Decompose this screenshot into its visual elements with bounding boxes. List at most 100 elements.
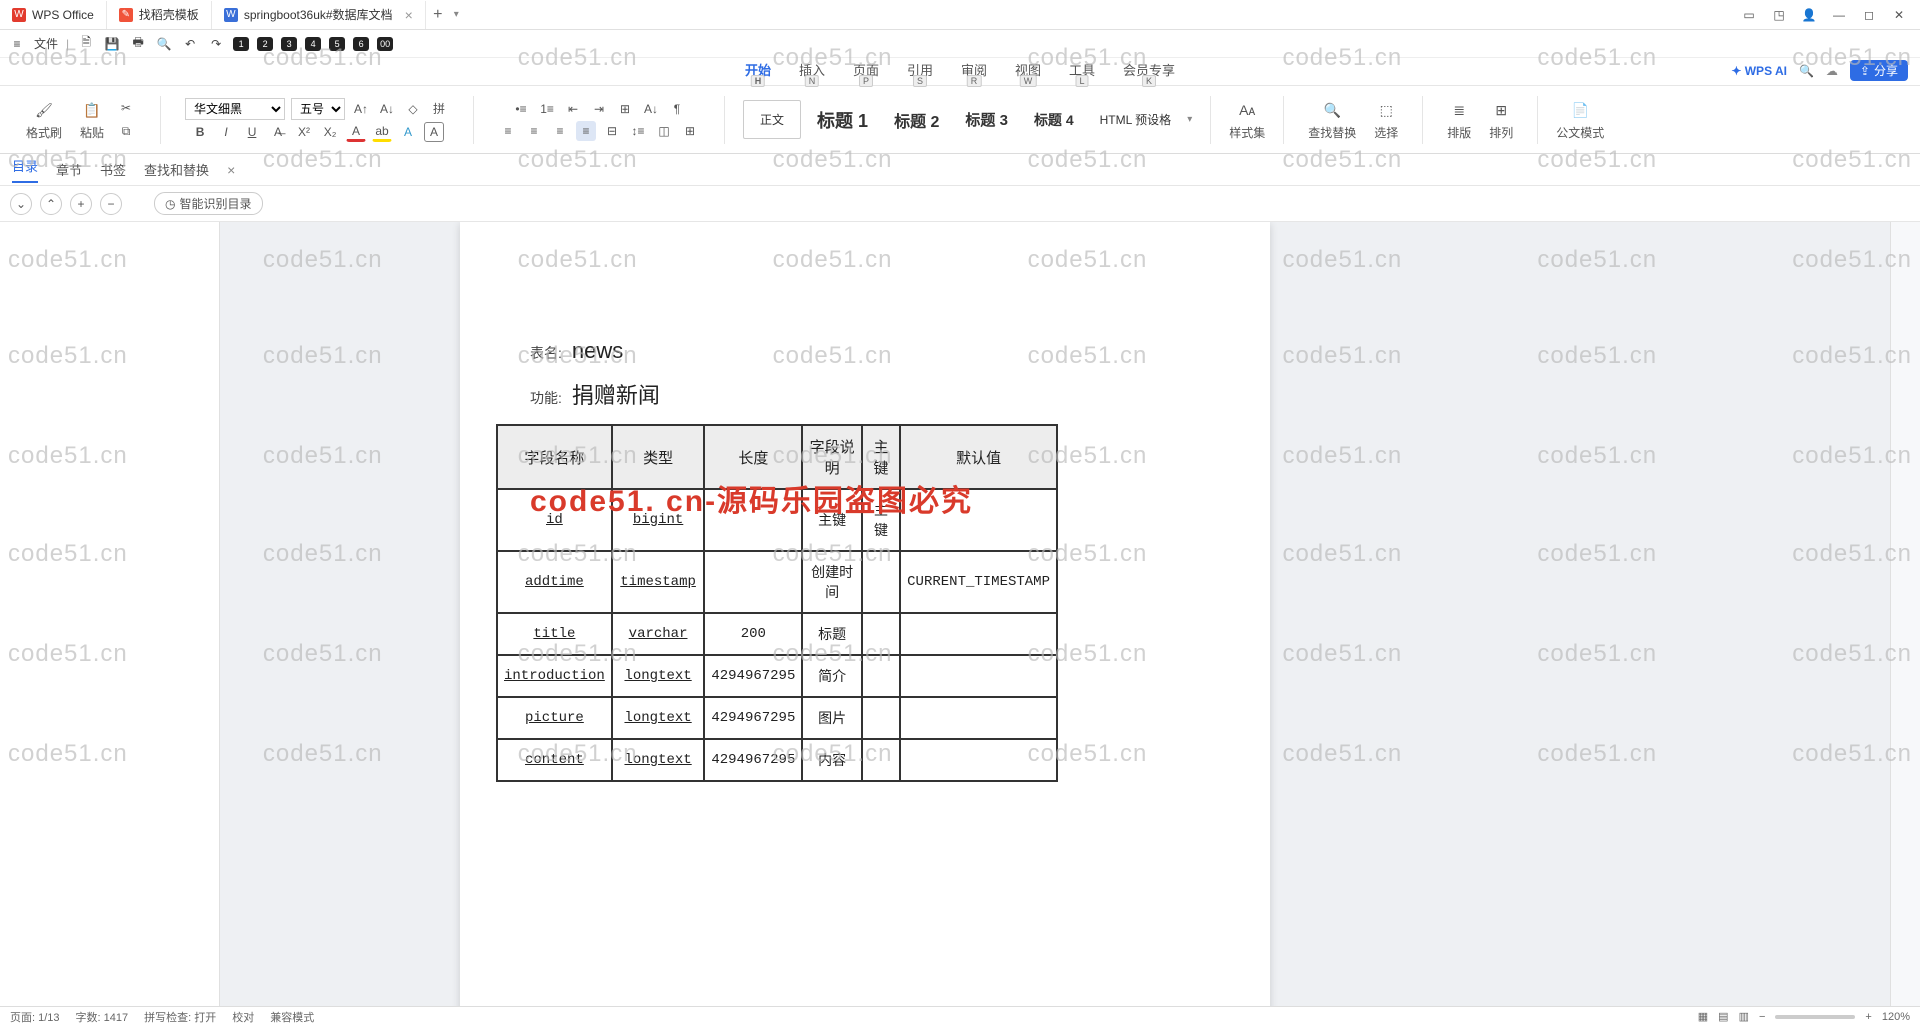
styles-more-icon[interactable]: ▾ <box>1187 114 1192 125</box>
status-spell[interactable]: 拼写检查: 打开 <box>144 1009 216 1025</box>
remove-icon[interactable]: − <box>100 193 122 215</box>
undo-icon[interactable]: ↶ <box>181 35 199 53</box>
status-mode[interactable]: 兼容模式 <box>270 1009 314 1025</box>
collapse-icon[interactable]: ⌄ <box>10 193 32 215</box>
zoom-slider[interactable] <box>1775 1015 1855 1019</box>
grow-font-icon[interactable]: A↑ <box>351 99 371 119</box>
style-h3[interactable]: 标题 3 <box>955 105 1018 134</box>
document-page[interactable]: 表名: news 功能: 捐赠新闻 字段名称 类型 长度 字段说明 主键 默认值… <box>460 222 1270 1006</box>
view-print-icon[interactable]: ▦ <box>1698 1010 1708 1023</box>
tabs-icon[interactable]: ⊞ <box>615 99 635 119</box>
font-family-select[interactable]: 华文细黑 <box>185 98 285 120</box>
chevron-down-icon[interactable]: ▾ <box>454 9 459 20</box>
tab-templates[interactable]: ✎ 找稻壳模板 <box>107 1 212 29</box>
find-icon[interactable]: 🔍 <box>1320 98 1344 122</box>
add-icon[interactable]: + <box>70 193 92 215</box>
ribbon-tab-view[interactable]: 视图W <box>1013 56 1043 85</box>
view-web-icon[interactable]: ▥ <box>1739 1010 1749 1023</box>
align-left-icon[interactable]: ≡ <box>498 121 518 141</box>
maximize-icon[interactable]: ◻ <box>1856 4 1882 26</box>
save-icon[interactable]: 💾 <box>103 35 121 53</box>
bullets-icon[interactable]: •≡ <box>511 99 531 119</box>
preview-icon[interactable]: 🔍 <box>155 35 173 53</box>
style-h4[interactable]: 标题 4 <box>1024 106 1084 134</box>
para-shading-icon[interactable]: ◫ <box>654 121 674 141</box>
view-read-icon[interactable]: ▤ <box>1718 1010 1728 1023</box>
tab-document-active[interactable]: W springboot36uk#数据库文档 × <box>212 1 426 29</box>
format-painter-icon[interactable]: 🖌 <box>32 98 56 122</box>
style-h1[interactable]: 标题 1 <box>807 103 878 137</box>
status-page[interactable]: 页面: 1/13 <box>10 1009 60 1025</box>
ribbon-tab-start[interactable]: 开始H <box>743 56 773 85</box>
share-button[interactable]: ⇪ 分享 <box>1850 60 1908 81</box>
avatar-icon[interactable]: 👤 <box>1796 4 1822 26</box>
style-html[interactable]: HTML 预设格 <box>1090 107 1182 132</box>
nav-toc[interactable]: 目录 <box>12 156 38 183</box>
close-tab-icon[interactable]: × <box>405 7 413 23</box>
style-body[interactable]: 正文 <box>743 100 801 139</box>
outdent-icon[interactable]: ⇤ <box>563 99 583 119</box>
zoom-value[interactable]: 120% <box>1882 1011 1910 1023</box>
styleset-icon[interactable]: Aᴀ <box>1235 98 1259 122</box>
layout-icon[interactable]: ≣ <box>1447 98 1471 122</box>
zoom-out-icon[interactable]: − <box>1759 1011 1765 1023</box>
clear-format-icon[interactable]: ◇ <box>403 99 423 119</box>
cube-icon[interactable]: ◳ <box>1766 4 1792 26</box>
showmarks-icon[interactable]: ¶ <box>667 99 687 119</box>
minimize-icon[interactable]: — <box>1826 4 1852 26</box>
nav-bookmark[interactable]: 书签 <box>100 160 126 179</box>
zoom-in-icon[interactable]: + <box>1865 1011 1871 1023</box>
font-color-icon[interactable]: A <box>346 122 366 142</box>
search-icon[interactable]: 🔍 <box>1799 64 1814 78</box>
ribbon-tab-review[interactable]: 审阅R <box>959 56 989 85</box>
italic-icon[interactable]: I <box>216 122 236 142</box>
right-sidebar[interactable] <box>1890 222 1920 1006</box>
phonetic-icon[interactable]: 拼 <box>429 99 449 119</box>
official-mode-icon[interactable]: 📄 <box>1568 98 1592 122</box>
new-icon[interactable]: 🗎 <box>77 35 95 53</box>
font-size-select[interactable]: 五号 <box>291 98 345 120</box>
style-h2[interactable]: 标题 2 <box>884 104 949 136</box>
expand-up-icon[interactable]: ⌃ <box>40 193 62 215</box>
underline-icon[interactable]: U <box>242 122 262 142</box>
shrink-font-icon[interactable]: A↓ <box>377 99 397 119</box>
wps-ai-button[interactable]: ✦ WPS AI <box>1731 64 1787 78</box>
navigation-pane[interactable] <box>0 222 220 1006</box>
distribute-icon[interactable]: ⊟ <box>602 121 622 141</box>
align-center-icon[interactable]: ≡ <box>524 121 544 141</box>
ribbon-tab-ref[interactable]: 引用S <box>905 56 935 85</box>
line-spacing-icon[interactable]: ↕≡ <box>628 121 648 141</box>
nav-find[interactable]: 查找和替换 <box>144 160 209 179</box>
indent-icon[interactable]: ⇥ <box>589 99 609 119</box>
ribbon-tab-page[interactable]: 页面P <box>851 56 881 85</box>
close-window-icon[interactable]: ✕ <box>1886 4 1912 26</box>
highlight-icon[interactable]: ab <box>372 122 392 142</box>
sort-icon[interactable]: A↓ <box>641 99 661 119</box>
compact-icon[interactable]: ▭ <box>1736 4 1762 26</box>
status-proof[interactable]: 校对 <box>232 1009 254 1025</box>
nav-chapter[interactable]: 章节 <box>56 160 82 179</box>
print-icon[interactable]: 🖶 <box>129 35 147 53</box>
superscript-icon[interactable]: X² <box>294 122 314 142</box>
cut-icon[interactable]: ✂ <box>116 98 136 118</box>
borders-icon[interactable]: ⊞ <box>680 121 700 141</box>
shading-icon[interactable]: A <box>398 122 418 142</box>
file-menu[interactable]: 文件 <box>34 35 58 52</box>
strike-icon[interactable]: A̶ <box>268 122 288 142</box>
arrange-icon[interactable]: ⊞ <box>1489 98 1513 122</box>
align-right-icon[interactable]: ≡ <box>550 121 570 141</box>
char-border-icon[interactable]: A <box>424 122 444 142</box>
ribbon-tab-vip[interactable]: 会员专享K <box>1121 56 1177 85</box>
numbering-icon[interactable]: 1≡ <box>537 99 557 119</box>
status-words[interactable]: 字数: 1417 <box>76 1009 129 1025</box>
ribbon-tab-tool[interactable]: 工具L <box>1067 56 1097 85</box>
bold-icon[interactable]: B <box>190 122 210 142</box>
copy-icon[interactable]: ⧉ <box>116 122 136 142</box>
menu-icon[interactable]: ≡ <box>8 35 26 53</box>
add-tab-button[interactable]: + <box>426 6 450 24</box>
smart-toc-button[interactable]: ◷ 智能识别目录 <box>154 192 263 215</box>
ribbon-tab-insert[interactable]: 插入N <box>797 56 827 85</box>
redo-icon[interactable]: ↷ <box>207 35 225 53</box>
cloud-icon[interactable]: ☁ <box>1826 64 1838 78</box>
align-justify-icon[interactable]: ≡ <box>576 121 596 141</box>
